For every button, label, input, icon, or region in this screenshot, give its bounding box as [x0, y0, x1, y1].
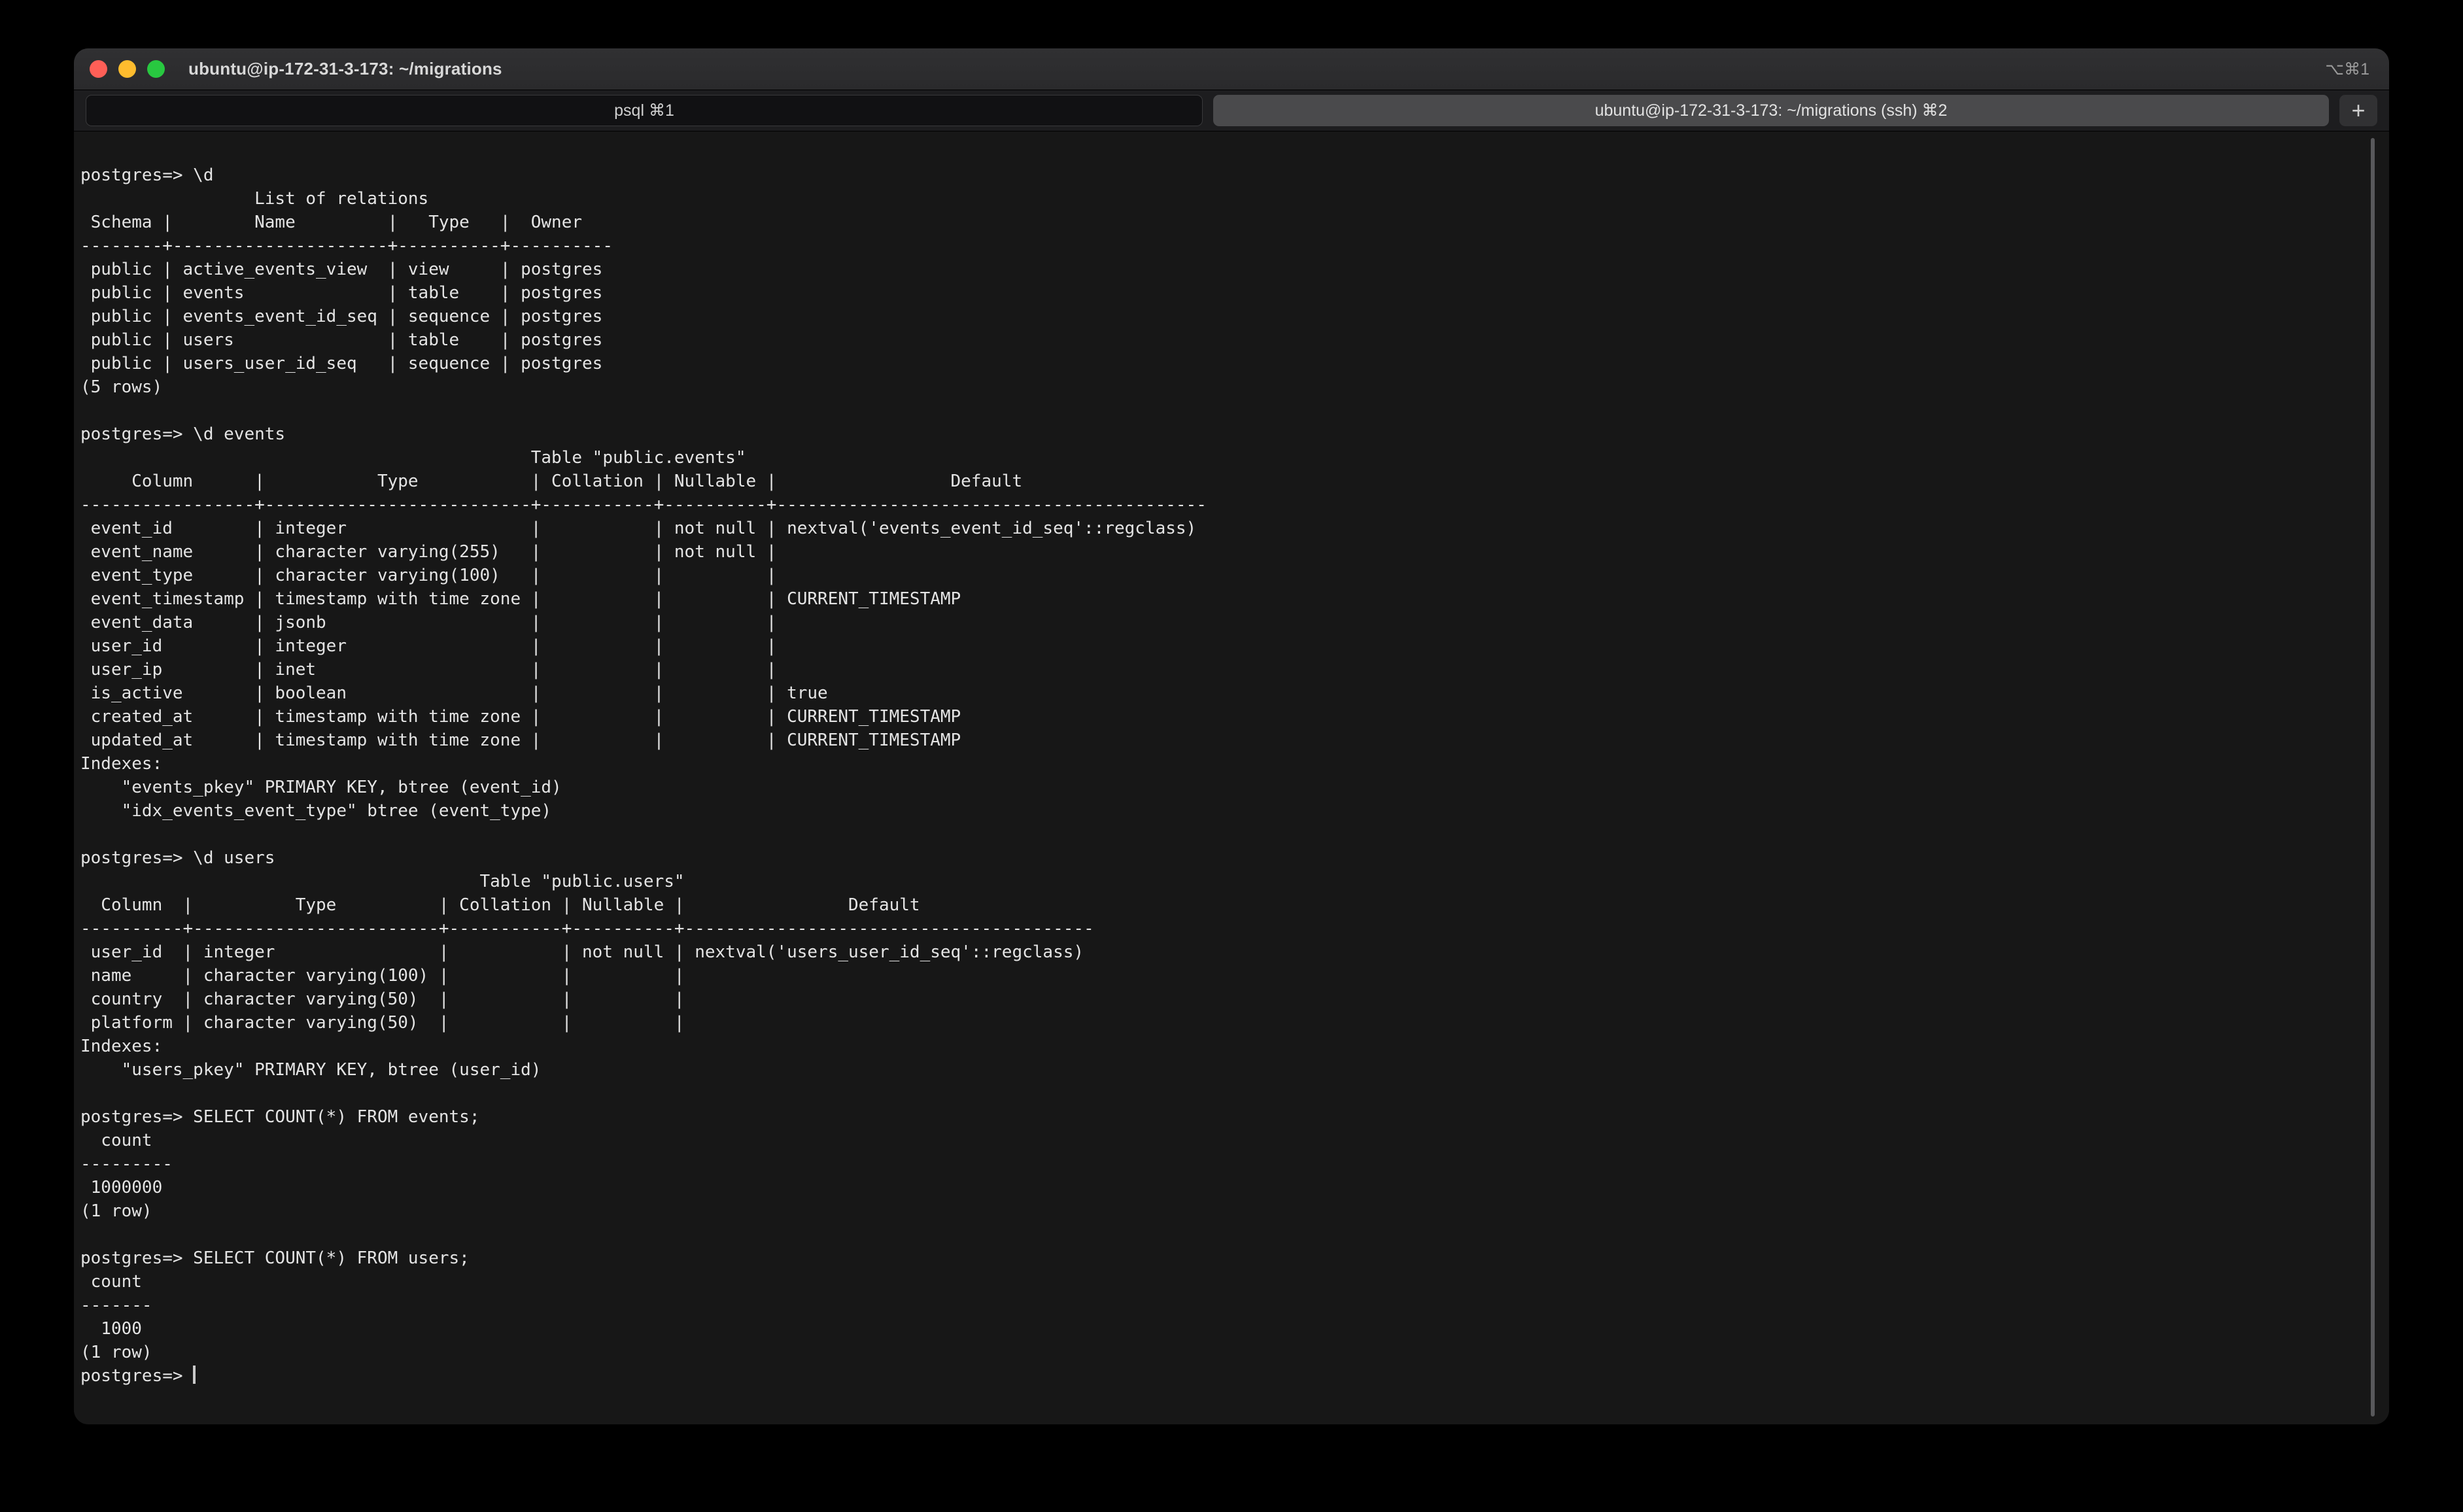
traffic-lights	[90, 60, 165, 78]
tab-psql-label: psql ⌘1	[614, 101, 674, 120]
tab-psql[interactable]: psql ⌘1	[86, 95, 1203, 126]
close-button[interactable]	[90, 60, 107, 78]
fullscreen-button[interactable]	[147, 60, 165, 78]
minimize-button[interactable]	[118, 60, 136, 78]
window-title: ubuntu@ip-172-31-3-173: ~/migrations	[188, 59, 502, 79]
tab-ssh-migrations[interactable]: ubuntu@ip-172-31-3-173: ~/migrations (ss…	[1213, 95, 2329, 126]
terminal-window: ubuntu@ip-172-31-3-173: ~/migrations ⌥⌘1…	[74, 48, 2389, 1424]
new-tab-button[interactable]: +	[2339, 95, 2377, 126]
terminal-content[interactable]: postgres=> \d List of relations Schema |…	[74, 132, 2389, 1424]
terminal-scrollbar[interactable]	[2371, 138, 2375, 1417]
tab-ssh-migrations-label: ubuntu@ip-172-31-3-173: ~/migrations (ss…	[1595, 101, 1948, 120]
window-shortcut-hint: ⌥⌘1	[2325, 60, 2369, 79]
terminal-prompt: postgres=>	[80, 1366, 193, 1386]
terminal-output: postgres=> \d List of relations Schema |…	[80, 163, 2389, 1364]
window-titlebar[interactable]: ubuntu@ip-172-31-3-173: ~/migrations ⌥⌘1	[74, 48, 2389, 90]
terminal-prompt-line: postgres=>	[80, 1364, 2389, 1388]
tab-bar: psql ⌘1 ubuntu@ip-172-31-3-173: ~/migrat…	[74, 90, 2389, 131]
terminal-cursor	[193, 1366, 196, 1384]
